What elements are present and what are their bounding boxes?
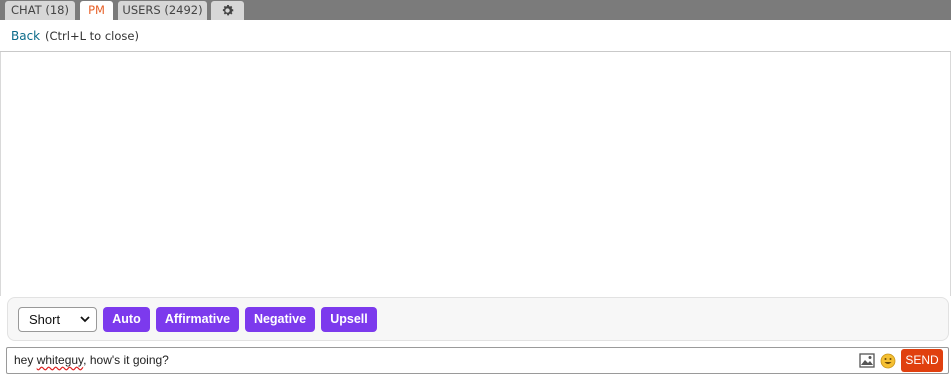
tab-settings[interactable] [211, 1, 244, 20]
upsell-button[interactable]: Upsell [321, 307, 377, 332]
misspelled-word: whiteguy [36, 353, 84, 367]
pm-header: Back (Ctrl+L to close) [0, 20, 951, 52]
message-area [0, 52, 951, 296]
quick-reply-bar: Short Auto Affirmative Negative Upsell [7, 297, 949, 341]
image-icon[interactable] [859, 353, 875, 368]
message-input-value: hey whiteguy, how's it going? [14, 353, 169, 367]
tab-users[interactable]: USERS (2492) [118, 1, 207, 20]
length-select-value: Short [29, 312, 61, 327]
close-hint: (Ctrl+L to close) [45, 29, 139, 43]
message-text-prefix: hey [14, 353, 37, 367]
back-link[interactable]: Back [11, 29, 40, 43]
message-input[interactable]: hey whiteguy, how's it going? SEND [6, 347, 949, 374]
negative-button[interactable]: Negative [245, 307, 315, 332]
emoji-icon[interactable] [880, 353, 896, 369]
tab-pm[interactable]: PM [80, 1, 113, 20]
tab-chat[interactable]: CHAT (18) [5, 1, 75, 20]
message-text-suffix: , how's it going? [83, 353, 169, 367]
auto-button[interactable]: Auto [103, 307, 150, 332]
send-button[interactable]: SEND [901, 349, 943, 372]
tab-bar: CHAT (18) PM USERS (2492) [0, 0, 951, 20]
gear-icon [222, 4, 234, 16]
affirmative-button[interactable]: Affirmative [156, 307, 239, 332]
chevron-down-icon [80, 316, 90, 323]
length-select[interactable]: Short [18, 307, 97, 332]
